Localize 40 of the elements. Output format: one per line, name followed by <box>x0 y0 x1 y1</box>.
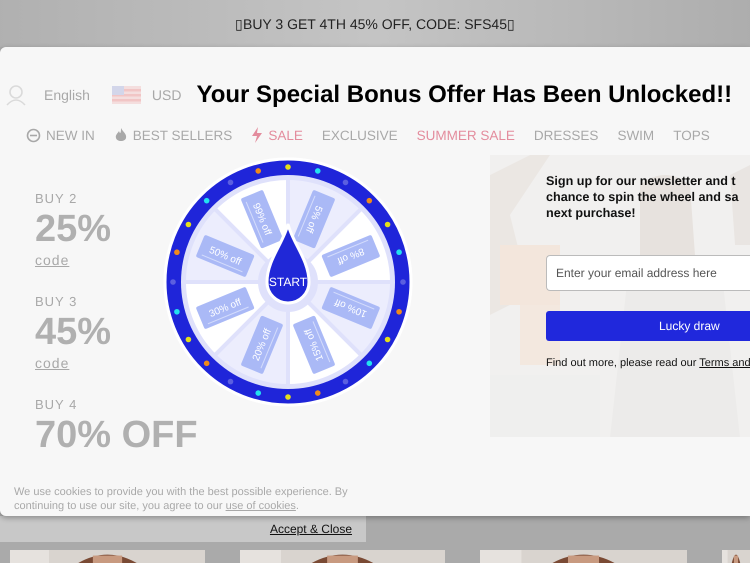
coupon-tag: 10% off <box>321 286 380 330</box>
nav-link[interactable]: DRESSES <box>534 128 598 142</box>
nav-link[interactable]: SUMMER SALE <box>416 128 515 142</box>
cookie-link[interactable]: use of cookies <box>226 500 296 512</box>
nav-link[interactable]: BEST SELLERS <box>114 127 232 143</box>
promo-discount: 70% OFF <box>35 413 198 458</box>
coupon-tag: 20% off <box>240 315 284 374</box>
nav-link[interactable]: TOPS <box>673 128 710 142</box>
promo-code: code <box>35 355 70 371</box>
promo-heading: BUY 2 <box>35 191 78 206</box>
email-field[interactable]: Enter your email address here <box>546 255 750 291</box>
lightning-icon <box>251 127 264 143</box>
language-label: English <box>44 87 90 103</box>
coupon-tag: 30% off <box>196 286 255 330</box>
nav-link[interactable]: SWIM <box>617 128 654 142</box>
promo-discount: 45% <box>35 310 112 355</box>
announcement-text: ▯BUY 3 GET 4TH 45% OFF, CODE: SFS45▯ <box>234 16 515 32</box>
nav-link[interactable]: SALE <box>251 127 303 143</box>
terms-link[interactable]: Terms and <box>699 357 750 369</box>
flame-icon <box>114 127 128 143</box>
coupon-tag: 15% off <box>292 315 336 374</box>
promo-heading: BUY 4 <box>35 397 78 412</box>
lucky-draw-button[interactable]: Lucky draw <box>546 311 750 341</box>
coupon-tag: 50% off <box>196 234 255 278</box>
coupon-tag: 5% off <box>292 190 336 249</box>
popup-title: Your Special Bonus Offer Has Been Unlocked!! <box>196 81 732 109</box>
accept-close-link[interactable]: Accept & Close <box>270 522 352 536</box>
cookie-text: We use cookies to provide you with the best possible experience. By continuing to use our site, you agree to our use of cookies. <box>13 485 349 513</box>
user-icon <box>6 84 26 106</box>
currency-label: USD <box>152 87 182 103</box>
coupon-tag: 99% off <box>240 190 284 249</box>
flag-icon <box>112 86 141 104</box>
promo-heading: BUY 3 <box>35 294 78 309</box>
nav-link[interactable]: NEW IN <box>26 128 95 142</box>
terms-text: Find out more, please read our Terms and <box>546 357 750 369</box>
promo-code: code <box>35 252 70 268</box>
promo-discount: 25% <box>35 207 112 252</box>
nav-link[interactable]: EXCLUSIVE <box>322 128 398 142</box>
coupon-tag: 8% off <box>321 234 380 278</box>
signup-text: Sign up for our newsletter and t chance to spin the wheel and sa next purchase! <box>546 173 740 221</box>
